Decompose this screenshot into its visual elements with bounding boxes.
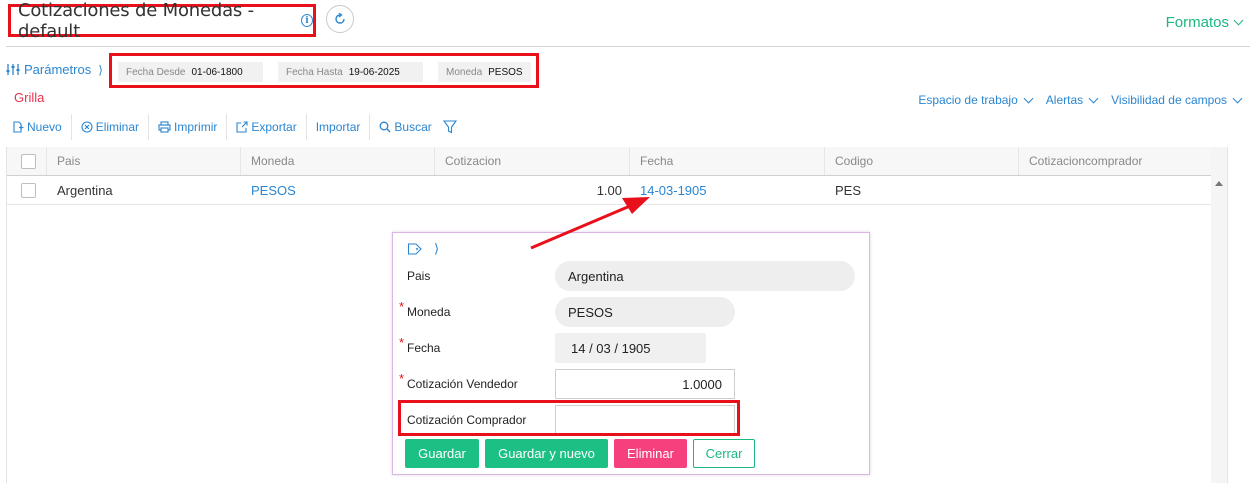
fecha-desde-value: 01-06-1800 <box>191 66 243 78</box>
chevron-down-icon <box>1088 93 1099 103</box>
fecha-desde-field[interactable]: Fecha Desde 01-06-1800 <box>118 62 263 82</box>
moneda-param-value: PESOS <box>488 66 523 78</box>
grid-header: Pais Moneda Cotizacion Fecha Codigo Coti… <box>7 147 1212 176</box>
fecha-desde-label: Fecha Desde <box>126 66 186 78</box>
required-mark: * <box>399 335 405 350</box>
pais-label: Pais <box>407 269 431 283</box>
cell-cotizacion: 1.00 <box>596 183 622 198</box>
fecha-date-input[interactable]: 14 / 03 / 1905 <box>555 333 706 363</box>
importar-button[interactable]: Importar <box>307 114 371 140</box>
cell-pais: Argentina <box>57 183 113 198</box>
chevron-down-icon <box>1233 15 1244 26</box>
cell-moneda-link[interactable]: PESOS <box>241 177 435 204</box>
form-row-vendedor: * Cotización Vendedor 1.0000 <box>393 369 869 399</box>
alertas-label: Alertas <box>1045 93 1084 107</box>
eliminar-form-button[interactable]: Eliminar <box>614 439 687 468</box>
form-row-moneda: * Moneda PESOS <box>393 297 869 327</box>
filter-button[interactable] <box>441 114 466 140</box>
col-header-cotizacioncomprador[interactable]: Cotizacioncomprador <box>1019 147 1212 175</box>
exportar-label: Exportar <box>251 120 297 134</box>
cotizacion-vendedor-label: Cotización Vendedor <box>407 377 518 391</box>
refresh-button[interactable] <box>326 5 354 33</box>
col-header-fecha[interactable]: Fecha <box>630 147 825 175</box>
sliders-icon <box>6 64 20 75</box>
nuevo-label: Nuevo <box>27 120 62 134</box>
fecha-hasta-field[interactable]: Fecha Hasta 19-06-2025 <box>278 62 423 82</box>
cell-fecha-link[interactable]: 14-03-1905 <box>630 177 825 204</box>
select-all-checkbox[interactable] <box>7 147 47 175</box>
col-header-codigo[interactable]: Codigo <box>825 147 1019 175</box>
parametros-toggle[interactable]: Parámetros ⟩ <box>6 62 103 77</box>
filter-icon <box>442 120 457 134</box>
chevron-down-icon <box>1023 93 1034 103</box>
fecha-hasta-label: Fecha Hasta <box>286 66 343 78</box>
checkbox[interactable] <box>21 153 36 169</box>
alertas-dropdown[interactable]: Alertas <box>1045 93 1099 107</box>
moneda-field[interactable]: PESOS <box>555 297 735 327</box>
form-row-fecha: * Fecha 14 / 03 / 1905 <box>393 333 869 363</box>
required-mark: * <box>399 299 405 314</box>
vertical-scrollbar[interactable] <box>1211 147 1227 483</box>
fecha-hasta-value: 19-06-2025 <box>348 66 400 78</box>
parametros-label: Parámetros <box>24 62 92 77</box>
table-row[interactable]: Argentina PESOS 1.00 14-03-1905 PES <box>7 177 1212 205</box>
cell-cotizacioncomprador <box>1019 177 1212 204</box>
refresh-icon <box>335 13 345 24</box>
espacio-trabajo-label: Espacio de trabajo <box>918 93 1018 107</box>
exportar-button[interactable]: Exportar <box>227 114 307 140</box>
pais-field[interactable]: Argentina <box>555 261 855 291</box>
external-link-icon <box>236 121 248 133</box>
nuevo-button[interactable]: Nuevo <box>8 114 72 140</box>
page-title: Cotizaciones de Monedas - default <box>18 0 254 42</box>
imprimir-label: Imprimir <box>174 120 218 134</box>
chevron-right-icon[interactable]: ⟩ <box>434 241 439 257</box>
guardar-y-nuevo-button[interactable]: Guardar y nuevo <box>485 439 608 468</box>
fecha-label: Fecha <box>407 341 441 355</box>
scroll-up-icon[interactable] <box>1215 181 1223 186</box>
buscar-label: Buscar <box>394 120 432 134</box>
eliminar-label: Eliminar <box>95 120 140 134</box>
new-file-icon <box>13 121 24 133</box>
formatos-dropdown[interactable]: Formatos <box>1165 14 1244 31</box>
required-mark: * <box>399 371 405 386</box>
page-header: Cotizaciones de Monedas - default i Form… <box>6 0 1250 47</box>
cerrar-button[interactable]: Cerrar <box>693 439 755 468</box>
grid-options: Espacio de trabajo Alertas Visibilidad d… <box>918 93 1243 107</box>
grilla-label: Grilla <box>14 90 45 105</box>
parameters-highlight-box: Fecha Desde 01-06-1800 Fecha Hasta 19-06… <box>109 53 539 88</box>
col-header-cotizacion[interactable]: Cotizacion <box>435 147 630 175</box>
formatos-label: Formatos <box>1165 14 1229 31</box>
row-select-checkbox[interactable] <box>7 177 47 204</box>
moneda-param-label: Moneda <box>446 66 483 78</box>
importar-label: Importar <box>315 120 361 134</box>
printer-icon <box>158 121 171 133</box>
buscar-button[interactable]: Buscar <box>370 114 440 140</box>
form-top-bar: ⟩ <box>407 241 439 257</box>
espacio-trabajo-dropdown[interactable]: Espacio de trabajo <box>918 93 1034 107</box>
moneda-label: Moneda <box>407 305 451 319</box>
title-highlight-box: Cotizaciones de Monedas - default i <box>8 0 316 42</box>
tag-icon[interactable] <box>407 243 422 255</box>
form-row-pais: Pais Argentina <box>393 261 869 291</box>
edit-form-panel: ⟩ Pais Argentina * Moneda PESOS * Fecha … <box>392 232 870 475</box>
grid-toolbar: Nuevo Eliminar Imprimir Exportar Importa… <box>8 114 466 140</box>
moneda-param-field[interactable]: Moneda PESOS <box>438 62 531 82</box>
col-header-moneda[interactable]: Moneda <box>241 147 435 175</box>
chevron-down-icon <box>1232 93 1243 103</box>
cotizacion-vendedor-input[interactable]: 1.0000 <box>555 369 735 399</box>
cell-codigo: PES <box>835 183 862 198</box>
col-header-pais[interactable]: Pais <box>47 147 241 175</box>
guardar-button[interactable]: Guardar <box>405 439 479 468</box>
delete-circle-icon <box>81 121 93 133</box>
search-icon <box>379 121 391 133</box>
chevron-right-icon: ⟩ <box>98 62 103 77</box>
checkbox[interactable] <box>21 183 36 198</box>
eliminar-button[interactable]: Eliminar <box>72 114 150 140</box>
comprador-highlight-box <box>398 400 740 436</box>
visibilidad-campos-dropdown[interactable]: Visibilidad de campos <box>1111 93 1243 107</box>
info-icon[interactable]: i <box>300 14 313 27</box>
visibilidad-campos-label: Visibilidad de campos <box>1111 93 1227 107</box>
imprimir-button[interactable]: Imprimir <box>149 114 228 140</box>
form-actions: Guardar Guardar y nuevo Eliminar Cerrar <box>405 439 755 468</box>
